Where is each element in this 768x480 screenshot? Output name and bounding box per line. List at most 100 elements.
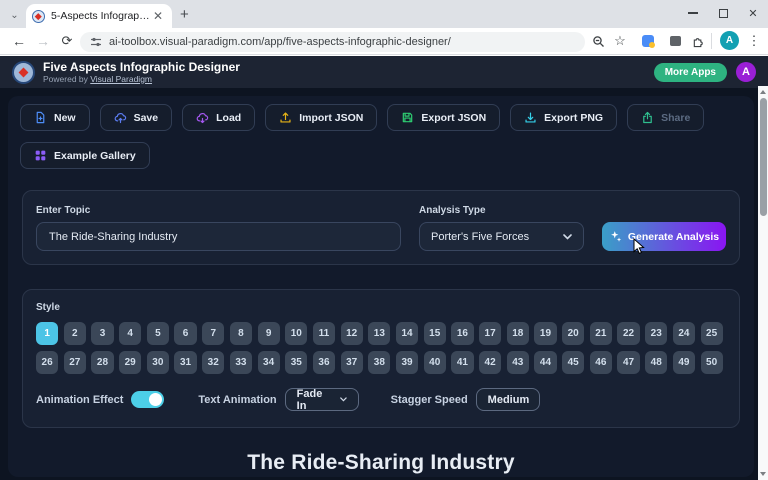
style-button-35[interactable]: 35 [285,351,308,374]
style-button-24[interactable]: 24 [672,322,695,345]
style-button-50[interactable]: 50 [700,351,723,374]
style-button-6[interactable]: 6 [174,322,197,345]
tab-search-button[interactable]: ⌄ [6,7,23,24]
style-button-16[interactable]: 16 [451,322,474,345]
style-button-44[interactable]: 44 [534,351,557,374]
zoom-icon[interactable] [588,28,608,54]
style-button-42[interactable]: 42 [479,351,502,374]
close-button[interactable]: ✕ [738,0,768,26]
user-avatar[interactable]: A [736,62,756,82]
style-button-48[interactable]: 48 [645,351,668,374]
generate-analysis-button[interactable]: Generate Analysis [602,222,726,251]
maximize-button[interactable] [708,0,738,26]
style-button-17[interactable]: 17 [479,322,502,345]
toolbar-button-import-json[interactable]: Import JSON [265,104,378,131]
address-bar[interactable]: ai-toolbox.visual-paradigm.com/app/five-… [80,31,585,52]
style-button-38[interactable]: 38 [368,351,391,374]
style-button-43[interactable]: 43 [506,351,529,374]
toolbar-button-new[interactable]: New [20,104,90,131]
style-button-20[interactable]: 20 [562,322,585,345]
bookmark-star-icon[interactable]: ☆ [610,28,630,54]
scrollbar-thumb[interactable] [759,98,767,216]
style-button-49[interactable]: 49 [672,351,695,374]
style-button-31[interactable]: 31 [174,351,197,374]
style-button-40[interactable]: 40 [423,351,446,374]
minimize-button[interactable] [678,0,708,26]
style-button-41[interactable]: 41 [451,351,474,374]
style-button-10[interactable]: 10 [285,322,308,345]
download-icon [524,111,537,124]
style-button-34[interactable]: 34 [257,351,280,374]
style-button-23[interactable]: 23 [645,322,668,345]
style-button-25[interactable]: 25 [700,322,723,345]
window-controls: ✕ [678,0,768,28]
style-button-22[interactable]: 22 [617,322,640,345]
style-button-39[interactable]: 39 [395,351,419,374]
toolbar-button-save[interactable]: Save [99,104,173,131]
style-button-8[interactable]: 8 [229,322,252,345]
style-button-18[interactable]: 18 [506,322,529,345]
animation-effect-label: Animation Effect [36,393,124,406]
cloud-upload-icon [114,111,127,124]
browser-profile-avatar[interactable]: A [720,31,739,50]
style-button-45[interactable]: 45 [562,351,585,374]
toolbar-button-export-png[interactable]: Export PNG [510,104,618,131]
sparkles-icon [611,231,622,242]
drive-extension-icon[interactable] [638,28,658,54]
stagger-speed-select[interactable]: Medium [475,388,540,411]
browser-tab[interactable]: 5-Aspects Infographic Designer ✕ [26,4,172,28]
visual-paradigm-link[interactable]: Visual Paradigm [90,74,152,84]
style-button-3[interactable]: 3 [91,322,114,345]
style-button-21[interactable]: 21 [589,322,612,345]
style-label: Style [36,302,60,313]
style-button-2[interactable]: 2 [63,322,86,345]
text-animation-select[interactable]: Fade In [284,388,359,412]
style-button-32[interactable]: 32 [202,351,225,374]
style-button-30[interactable]: 30 [146,351,169,374]
style-button-46[interactable]: 46 [589,351,612,374]
style-button-15[interactable]: 15 [423,322,446,345]
style-button-47[interactable]: 47 [617,351,640,374]
scrollbar-up-icon[interactable] [760,90,766,94]
style-button-26[interactable]: 26 [36,351,59,374]
style-button-36[interactable]: 36 [312,351,336,374]
style-button-1[interactable]: 1 [36,322,59,345]
more-apps-button[interactable]: More Apps [653,62,727,82]
reload-icon[interactable]: ⟳ [56,28,78,54]
topic-input[interactable] [36,222,401,251]
animation-effect-toggle[interactable] [131,391,165,408]
tab-title: 5-Aspects Infographic Designer [51,10,151,22]
sidepanel-icon[interactable] [665,28,685,54]
style-button-4[interactable]: 4 [119,322,142,345]
back-icon[interactable]: ← [8,28,30,54]
style-button-19[interactable]: 19 [534,322,557,345]
site-favicon [32,9,45,23]
screen: ⌄ 5-Aspects Infographic Designer ✕ + ✕ ←… [0,0,768,480]
extensions-puzzle-icon[interactable] [688,28,708,54]
style-button-27[interactable]: 27 [63,351,86,374]
style-button-33[interactable]: 33 [229,351,252,374]
toolbar-button-example-gallery[interactable]: Example Gallery [20,142,150,169]
analysis-type-select[interactable]: Porter's Five Forces [419,222,584,251]
style-button-9[interactable]: 9 [257,322,280,345]
tab-close-icon[interactable]: ✕ [153,10,163,22]
toolbar-button-load[interactable]: Load [182,104,256,131]
toolbar-button-share[interactable]: Share [627,104,705,131]
new-tab-button[interactable]: + [180,6,189,23]
style-button-13[interactable]: 13 [368,322,391,345]
style-button-5[interactable]: 5 [146,322,169,345]
style-button-11[interactable]: 11 [312,322,336,345]
style-button-28[interactable]: 28 [91,351,114,374]
style-button-12[interactable]: 12 [340,322,363,345]
site-settings-icon[interactable] [90,36,102,48]
menu-dots-icon[interactable]: ⋮ [744,28,764,54]
style-button-7[interactable]: 7 [202,322,225,345]
style-button-37[interactable]: 37 [340,351,363,374]
toolbar-button-export-json[interactable]: Export JSON [387,104,501,131]
page-scrollbar[interactable] [758,86,768,480]
style-button-14[interactable]: 14 [395,322,419,345]
forward-icon[interactable]: → [32,28,54,54]
scrollbar-down-icon[interactable] [760,472,766,476]
style-button-29[interactable]: 29 [119,351,142,374]
text-animation-label: Text Animation [198,393,277,406]
